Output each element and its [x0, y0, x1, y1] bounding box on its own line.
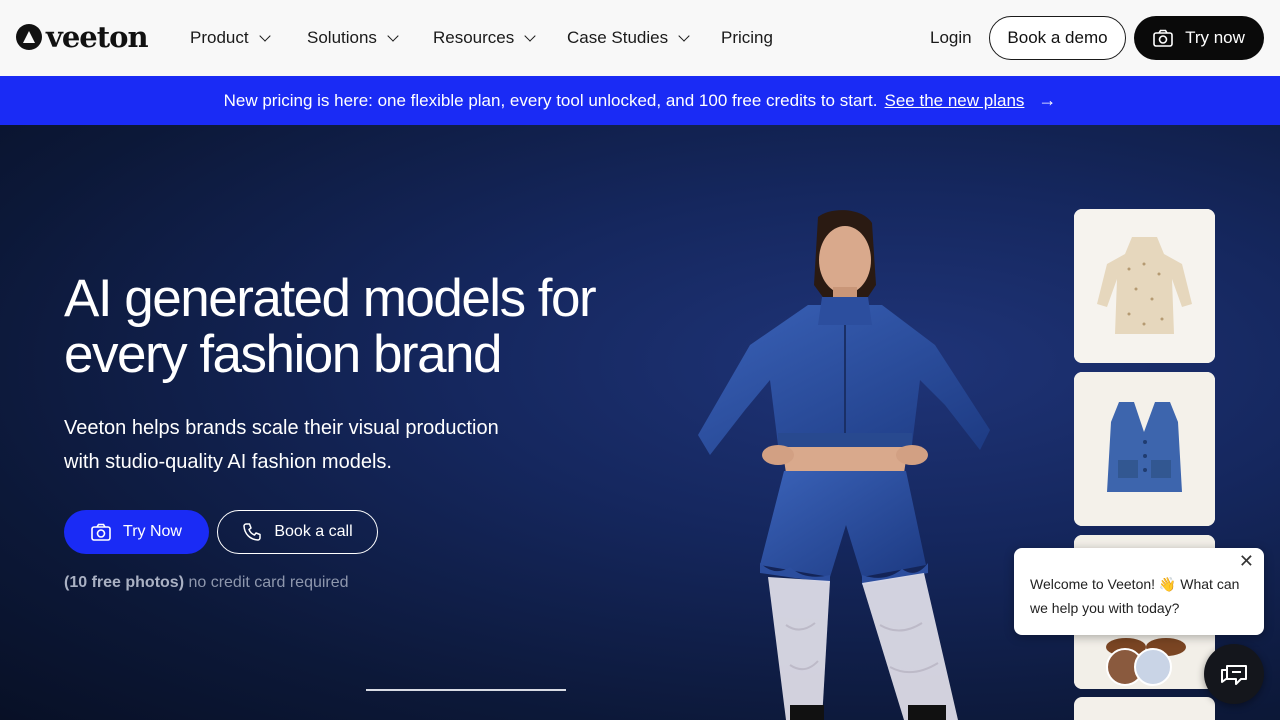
nav-product-label: Product	[190, 28, 249, 47]
try-now-button[interactable]: Try now	[1134, 16, 1264, 60]
chat-bubble-icon	[1221, 665, 1247, 685]
chevron-down-icon	[524, 29, 536, 42]
login-link[interactable]: Login	[930, 28, 972, 48]
vest-image	[1074, 372, 1215, 526]
banner-text: New pricing is here: one flexible plan, …	[223, 90, 878, 110]
logo-mark-icon	[16, 24, 42, 50]
chat-popup[interactable]: ✕ Welcome to Veeton! 👋 What can we help …	[1014, 548, 1264, 635]
nav-case-studies-label: Case Studies	[567, 28, 669, 47]
pricing-banner: New pricing is here: one flexible plan, …	[0, 76, 1280, 125]
dress-image	[1074, 209, 1215, 363]
chevron-down-icon	[258, 29, 271, 42]
book-demo-button[interactable]: Book a demo	[989, 16, 1126, 60]
camera-icon	[1153, 29, 1173, 47]
product-thumb-vest[interactable]	[1074, 372, 1215, 526]
hero-sub-line2: with studio-quality AI fashion models.	[64, 451, 392, 473]
agent-avatar-2	[1134, 648, 1172, 686]
nav-product[interactable]: Product	[190, 28, 271, 48]
free-photos-rest: no credit card required	[184, 574, 349, 591]
top-nav: veeton Product Solutions Resources Case …	[0, 0, 1280, 76]
camera-icon	[91, 523, 111, 541]
fashion-model-image	[698, 210, 990, 720]
carousel-indicator[interactable]	[366, 689, 566, 691]
chat-message: Welcome to Veeton! 👋 What can we help yo…	[1030, 576, 1240, 616]
chevron-down-icon	[387, 29, 399, 42]
hero-try-now-button[interactable]: Try Now	[64, 510, 209, 554]
hero-subtitle: Veeton helps brands scale their visual p…	[64, 411, 524, 479]
nav-pricing-label: Pricing	[721, 28, 773, 47]
chevron-down-icon	[678, 29, 690, 42]
book-call-label: Book a call	[274, 523, 353, 540]
product-thumb-dress[interactable]	[1074, 209, 1215, 363]
book-call-button[interactable]: Book a call	[217, 510, 378, 554]
free-photos-bold: (10 free photos)	[64, 574, 185, 591]
brand-name: veeton	[46, 20, 149, 54]
hero-title: AI generated models for every fashion br…	[64, 271, 704, 383]
nav-resources-label: Resources	[433, 28, 515, 47]
try-now-label: Try now	[1185, 28, 1245, 47]
phone-icon	[243, 523, 262, 541]
nav-solutions-label: Solutions	[307, 28, 377, 47]
nav-solutions[interactable]: Solutions	[307, 28, 399, 48]
hero-title-line1: AI generated models for	[64, 269, 597, 328]
hero-title-line2: every fashion brand	[64, 325, 503, 384]
brand-logo[interactable]: veeton	[16, 20, 149, 54]
chat-launcher-button[interactable]	[1204, 644, 1264, 704]
close-icon[interactable]: ✕	[1239, 551, 1254, 572]
arrow-right-icon[interactable]: →	[1038, 90, 1056, 111]
product-thumb-next[interactable]	[1074, 697, 1215, 720]
support-avatars	[1106, 648, 1176, 688]
banner-link[interactable]: See the new plans	[885, 91, 1025, 111]
hero-try-now-label: Try Now	[123, 523, 182, 540]
nav-pricing[interactable]: Pricing	[721, 28, 773, 48]
nav-resources[interactable]: Resources	[433, 28, 536, 48]
free-photos-note: (10 free photos) no credit card required	[64, 574, 349, 592]
nav-case-studies[interactable]: Case Studies	[567, 28, 690, 48]
hero-sub-line1: Veeton helps brands scale their visual p…	[64, 417, 499, 439]
